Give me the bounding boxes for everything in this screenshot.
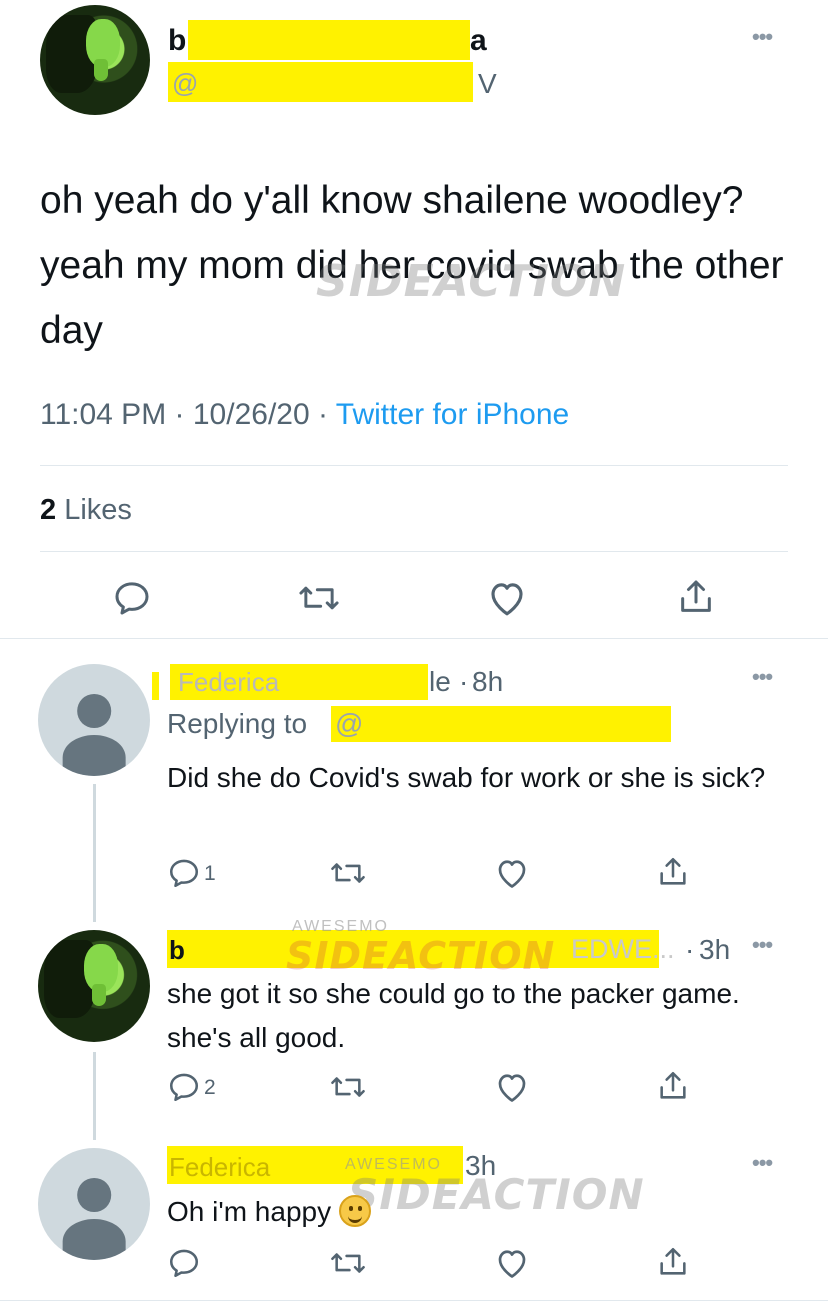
reply-time: 3h: [699, 934, 731, 965]
more-icon[interactable]: •••: [752, 664, 773, 690]
reply-avatar[interactable]: [38, 1148, 150, 1260]
heart-icon[interactable]: [494, 1246, 530, 1280]
share-icon[interactable]: [656, 854, 690, 890]
replying-to-handle[interactable]: @: [335, 708, 363, 740]
thread-line: [93, 1052, 96, 1140]
tweet-source-link[interactable]: Twitter for iPhone: [336, 398, 569, 431]
redaction-highlight: [188, 20, 470, 60]
redaction-highlight: [152, 672, 159, 700]
reply-icon[interactable]: [167, 1246, 201, 1280]
section-divider: [0, 638, 828, 639]
divider: [40, 465, 788, 466]
tweet-date: 10/26/20: [192, 398, 310, 431]
author-avatar[interactable]: [40, 5, 150, 115]
share-icon[interactable]: [656, 1244, 690, 1280]
divider: [40, 551, 788, 552]
bottom-divider: [0, 1300, 828, 1301]
reply-text: Did she do Covid's swab for work or she …: [167, 762, 766, 793]
more-icon[interactable]: •••: [752, 932, 773, 958]
replying-to: Replying to @: [167, 706, 687, 744]
reply-icon[interactable]: [167, 856, 201, 890]
more-icon[interactable]: •••: [752, 1150, 773, 1176]
watermark-small: AWESEMO: [292, 918, 389, 935]
author-display-name[interactable]: b a: [168, 20, 488, 60]
reply-avatar[interactable]: [38, 664, 150, 776]
more-icon[interactable]: •••: [752, 24, 773, 50]
tweet-text: oh yeah do y'all know shailene woodley? …: [40, 179, 784, 352]
reply-icon[interactable]: [167, 1070, 201, 1104]
reply-icon[interactable]: [112, 578, 152, 618]
retweet-icon[interactable]: [328, 1070, 368, 1104]
heart-icon[interactable]: [494, 856, 530, 890]
share-icon[interactable]: [676, 576, 716, 618]
thread-line: [93, 784, 96, 922]
reply-avatar[interactable]: [38, 930, 150, 1042]
reply-author-name[interactable]: b EDWE... · 3h: [167, 926, 767, 970]
retweet-icon[interactable]: [296, 578, 342, 618]
reply-author-name[interactable]: Federica le · 8h: [152, 660, 602, 700]
likes-count[interactable]: 2 Likes: [40, 494, 132, 527]
tweet-time: 11:04 PM: [40, 398, 167, 431]
reply-count: 1: [204, 862, 216, 885]
tweet-meta: 11:04 PM · 10/26/20 · Twitter for iPhone: [40, 398, 570, 431]
reply-author-name[interactable]: Federica AWESEMO 3h: [167, 1144, 547, 1188]
retweet-icon[interactable]: [328, 1246, 368, 1280]
reply-time: 8h: [472, 666, 504, 697]
redaction-highlight: [168, 62, 473, 102]
smiling-face-icon: [338, 1195, 371, 1227]
heart-icon[interactable]: [494, 1070, 530, 1104]
retweet-icon[interactable]: [328, 856, 368, 890]
reply-count: 2: [204, 1076, 216, 1099]
reply-text: Oh i'm happy: [167, 1190, 787, 1234]
reply-time: 3h: [465, 1150, 497, 1181]
heart-icon[interactable]: [486, 578, 528, 618]
redaction-highlight: [331, 706, 671, 742]
reply-text: she got it so she could go to the packer…: [167, 978, 740, 1053]
share-icon[interactable]: [656, 1068, 690, 1104]
author-handle[interactable]: @ V: [168, 62, 508, 102]
